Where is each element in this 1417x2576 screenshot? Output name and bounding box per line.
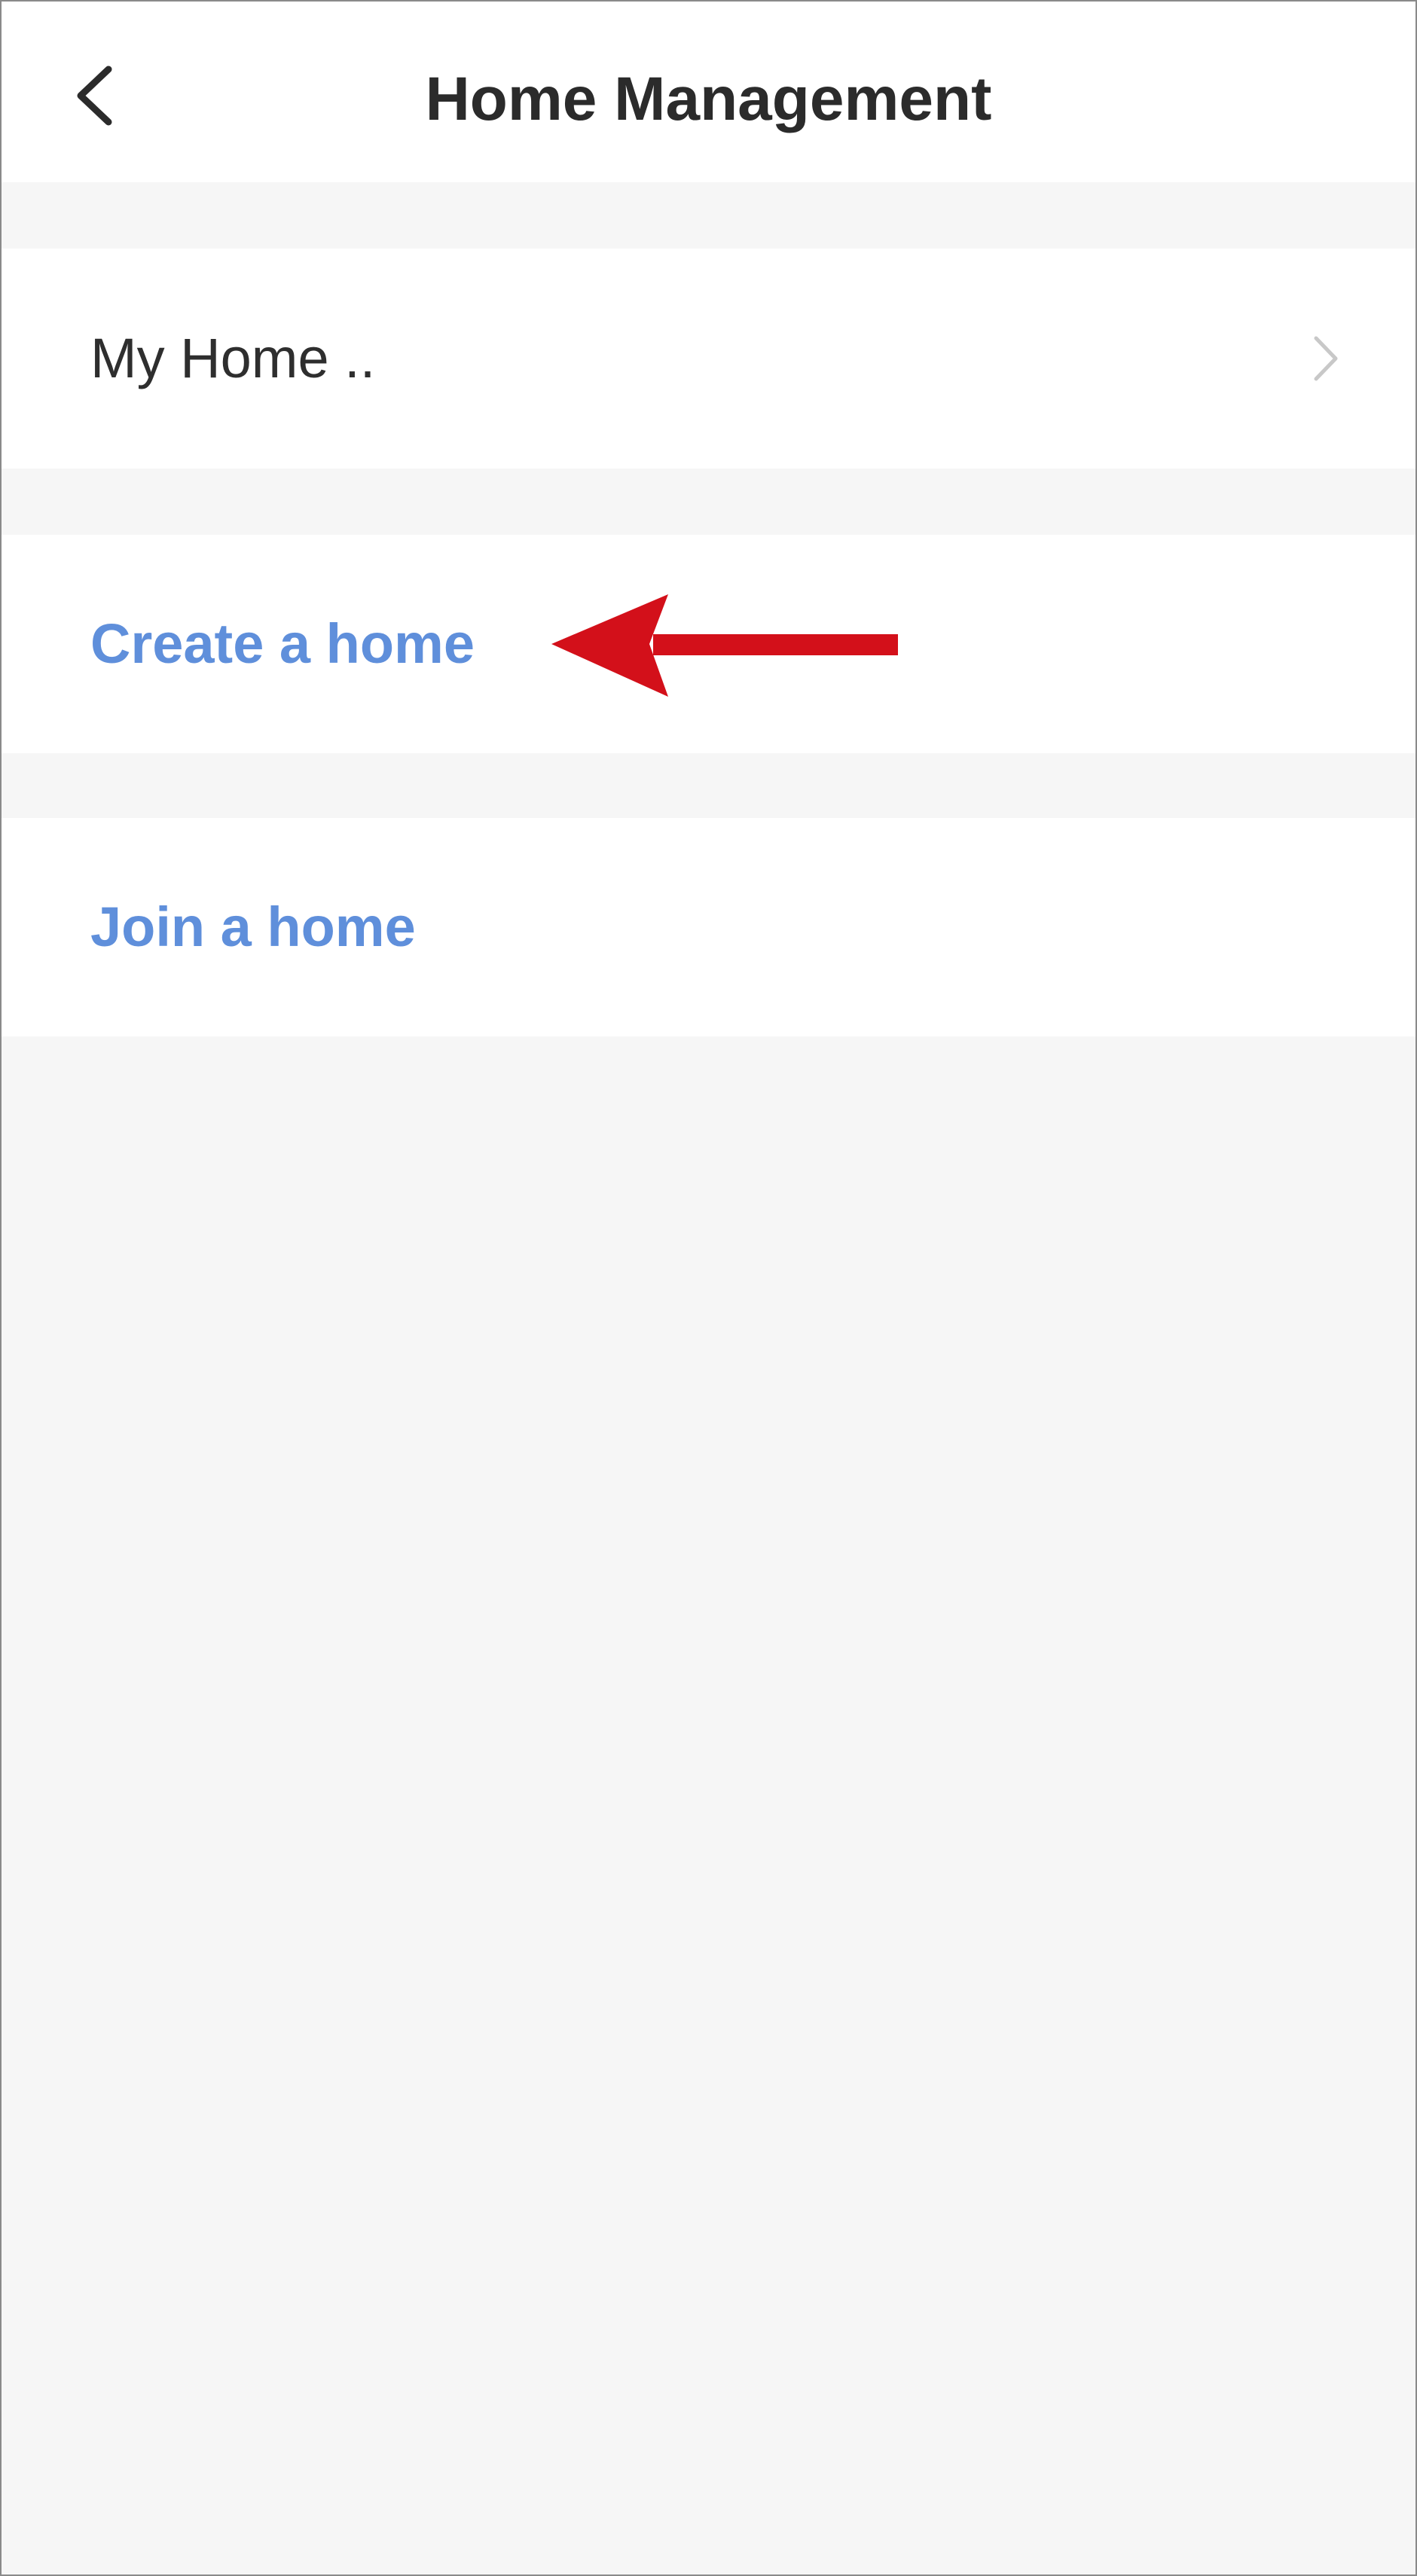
red-arrow-left-icon [551, 594, 898, 697]
join-home-label: Join a home [90, 896, 416, 958]
top-bar: Home Management [2, 2, 1415, 182]
join-home-button[interactable]: Join a home [2, 818, 1415, 1036]
home-list-item-my-home[interactable]: My Home .. [2, 249, 1415, 469]
create-home-label: Create a home [90, 612, 475, 675]
page-title: Home Management [425, 65, 992, 133]
chevron-right-icon [1314, 336, 1338, 381]
home-name-label: My Home .. [90, 327, 376, 389]
app-screen: Home Management My Home .. Create a home… [0, 0, 1417, 2576]
